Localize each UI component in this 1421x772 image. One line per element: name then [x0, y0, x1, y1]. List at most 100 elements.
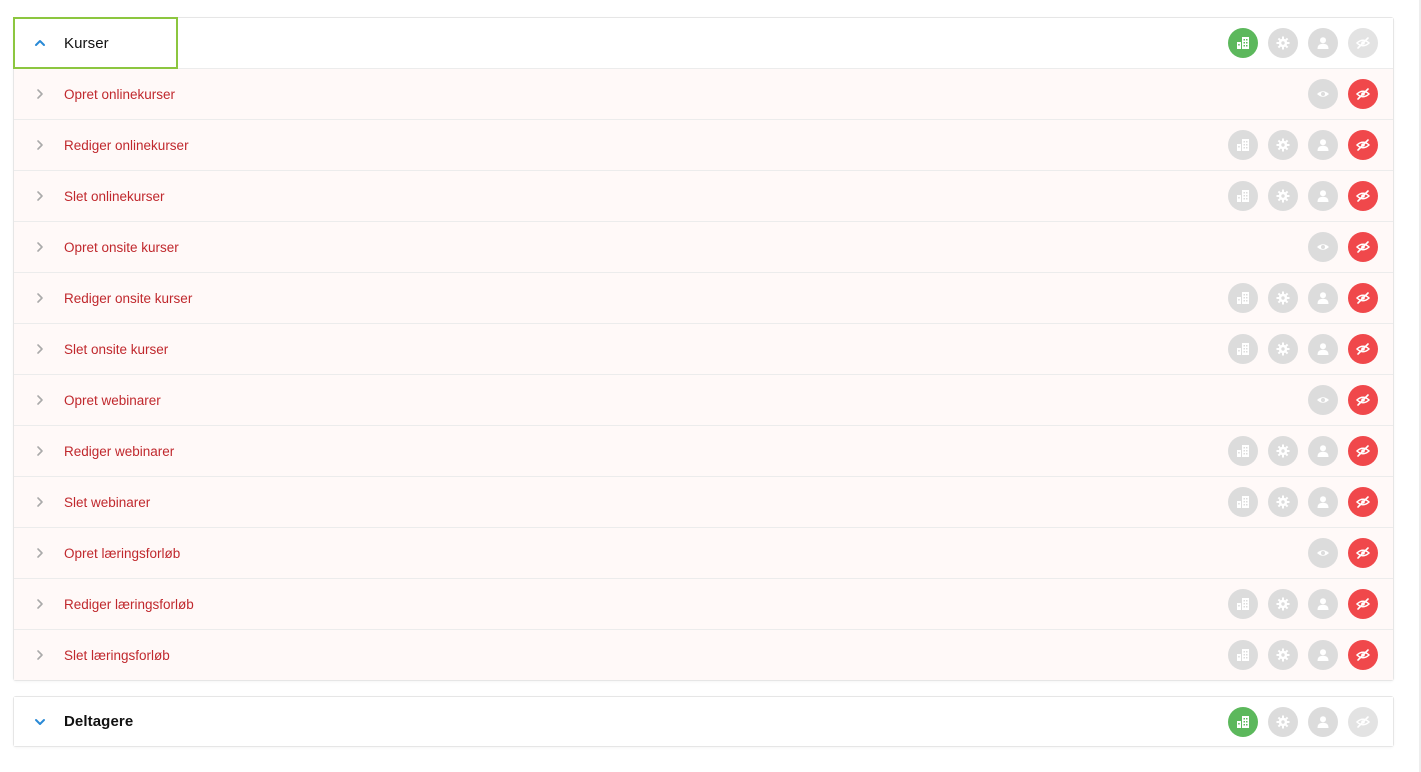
- permission-list: Opret onlinekurser Rediger onlinekurser Sl…: [14, 69, 1393, 680]
- user-toggle-button[interactable]: [1308, 436, 1338, 466]
- eye-toggle-button[interactable]: [1308, 538, 1338, 568]
- permission-icons: [1228, 283, 1378, 313]
- building-toggle-button[interactable]: [1228, 436, 1258, 466]
- permission-row[interactable]: Slet onlinekurser: [14, 171, 1393, 222]
- user-icon: [1316, 444, 1330, 458]
- gear-icon: [1276, 36, 1290, 50]
- eye-slash-toggle-button[interactable]: [1348, 334, 1378, 364]
- gear-toggle-button[interactable]: [1268, 706, 1298, 737]
- eye-toggle-button[interactable]: [1308, 385, 1338, 415]
- permissions-page: Kurser Opret onlinekurser Rediger onlinek…: [0, 0, 1421, 772]
- eye-slash-icon: [1356, 444, 1370, 458]
- chevron-right-icon[interactable]: [32, 392, 48, 408]
- chevron-down-icon[interactable]: [32, 714, 48, 730]
- chevron-up-icon[interactable]: [32, 35, 48, 51]
- building-toggle-button[interactable]: [1228, 28, 1258, 58]
- chevron-right-icon[interactable]: [32, 596, 48, 612]
- permission-row[interactable]: Opret onsite kurser: [14, 222, 1393, 273]
- gear-toggle-button[interactable]: [1268, 28, 1298, 58]
- building-toggle-button[interactable]: [1228, 181, 1258, 211]
- user-toggle-button[interactable]: [1308, 706, 1338, 737]
- eye-slash-toggle-button[interactable]: [1348, 385, 1378, 415]
- permission-row[interactable]: Slet onsite kurser: [14, 324, 1393, 375]
- user-toggle-button[interactable]: [1308, 130, 1338, 160]
- building-toggle-button[interactable]: [1228, 589, 1258, 619]
- eye-slash-toggle-button[interactable]: [1348, 232, 1378, 262]
- group-header-kurser[interactable]: Kurser: [13, 17, 1393, 69]
- user-toggle-button[interactable]: [1308, 181, 1338, 211]
- building-icon: [1236, 189, 1250, 203]
- user-icon: [1316, 495, 1330, 509]
- chevron-right-icon[interactable]: [32, 86, 48, 102]
- permission-row[interactable]: Rediger onlinekurser: [14, 120, 1393, 171]
- permission-label: Opret onsite kurser: [64, 239, 179, 255]
- chevron-right-icon[interactable]: [32, 137, 48, 153]
- eye-slash-toggle-button[interactable]: [1348, 79, 1378, 109]
- permission-icons: [1308, 79, 1378, 109]
- building-icon: [1236, 648, 1250, 662]
- gear-icon: [1276, 189, 1290, 203]
- permission-icons: [1228, 487, 1378, 517]
- building-toggle-button[interactable]: [1228, 706, 1258, 737]
- gear-toggle-button[interactable]: [1268, 181, 1298, 211]
- building-icon: [1236, 138, 1250, 152]
- eye-toggle-button[interactable]: [1308, 232, 1338, 262]
- user-toggle-button[interactable]: [1308, 334, 1338, 364]
- permission-row[interactable]: Slet webinarer: [14, 477, 1393, 528]
- user-toggle-button[interactable]: [1308, 640, 1338, 670]
- permission-icons: [1308, 232, 1378, 262]
- gear-toggle-button[interactable]: [1268, 589, 1298, 619]
- eye-slash-toggle-button[interactable]: [1348, 283, 1378, 313]
- gear-toggle-button[interactable]: [1268, 640, 1298, 670]
- chevron-right-icon[interactable]: [32, 494, 48, 510]
- eye-slash-toggle-button[interactable]: [1348, 706, 1378, 737]
- permission-row[interactable]: Rediger læringsforløb: [14, 579, 1393, 630]
- user-toggle-button[interactable]: [1308, 589, 1338, 619]
- permission-row[interactable]: Rediger onsite kurser: [14, 273, 1393, 324]
- chevron-right-icon[interactable]: [32, 290, 48, 306]
- eye-slash-toggle-button[interactable]: [1348, 589, 1378, 619]
- group-header-deltagere[interactable]: Deltagere: [14, 697, 1393, 746]
- eye-slash-toggle-button[interactable]: [1348, 130, 1378, 160]
- eye-slash-icon: [1356, 138, 1370, 152]
- chevron-right-icon[interactable]: [32, 341, 48, 357]
- user-toggle-button[interactable]: [1308, 487, 1338, 517]
- gear-icon: [1276, 648, 1290, 662]
- building-toggle-button[interactable]: [1228, 130, 1258, 160]
- building-toggle-button[interactable]: [1228, 334, 1258, 364]
- eye-slash-toggle-button[interactable]: [1348, 28, 1378, 58]
- chevron-right-icon[interactable]: [32, 545, 48, 561]
- building-toggle-button[interactable]: [1228, 283, 1258, 313]
- eye-icon: [1316, 393, 1330, 407]
- gear-toggle-button[interactable]: [1268, 436, 1298, 466]
- eye-slash-toggle-button[interactable]: [1348, 436, 1378, 466]
- permission-icons: [1308, 385, 1378, 415]
- gear-toggle-button[interactable]: [1268, 334, 1298, 364]
- chevron-right-icon[interactable]: [32, 239, 48, 255]
- eye-slash-icon: [1356, 393, 1370, 407]
- permission-row[interactable]: Rediger webinarer: [14, 426, 1393, 477]
- chevron-right-icon[interactable]: [32, 188, 48, 204]
- permission-label: Opret læringsforløb: [64, 545, 181, 561]
- eye-slash-toggle-button[interactable]: [1348, 640, 1378, 670]
- chevron-right-icon[interactable]: [32, 443, 48, 459]
- permission-row[interactable]: Opret læringsforløb: [14, 528, 1393, 579]
- permission-row[interactable]: Slet læringsforløb: [14, 630, 1393, 680]
- building-toggle-button[interactable]: [1228, 640, 1258, 670]
- permission-row[interactable]: Opret webinarer: [14, 375, 1393, 426]
- gear-toggle-button[interactable]: [1268, 487, 1298, 517]
- permission-icons: [1228, 181, 1378, 211]
- eye-slash-toggle-button[interactable]: [1348, 181, 1378, 211]
- group-permission-icons: [1228, 28, 1378, 58]
- building-toggle-button[interactable]: [1228, 487, 1258, 517]
- gear-toggle-button[interactable]: [1268, 130, 1298, 160]
- user-toggle-button[interactable]: [1308, 28, 1338, 58]
- eye-slash-toggle-button[interactable]: [1348, 487, 1378, 517]
- gear-toggle-button[interactable]: [1268, 283, 1298, 313]
- chevron-right-icon[interactable]: [32, 647, 48, 663]
- eye-toggle-button[interactable]: [1308, 79, 1338, 109]
- eye-slash-toggle-button[interactable]: [1348, 538, 1378, 568]
- user-toggle-button[interactable]: [1308, 283, 1338, 313]
- gear-icon: [1276, 291, 1290, 305]
- permission-row[interactable]: Opret onlinekurser: [14, 69, 1393, 120]
